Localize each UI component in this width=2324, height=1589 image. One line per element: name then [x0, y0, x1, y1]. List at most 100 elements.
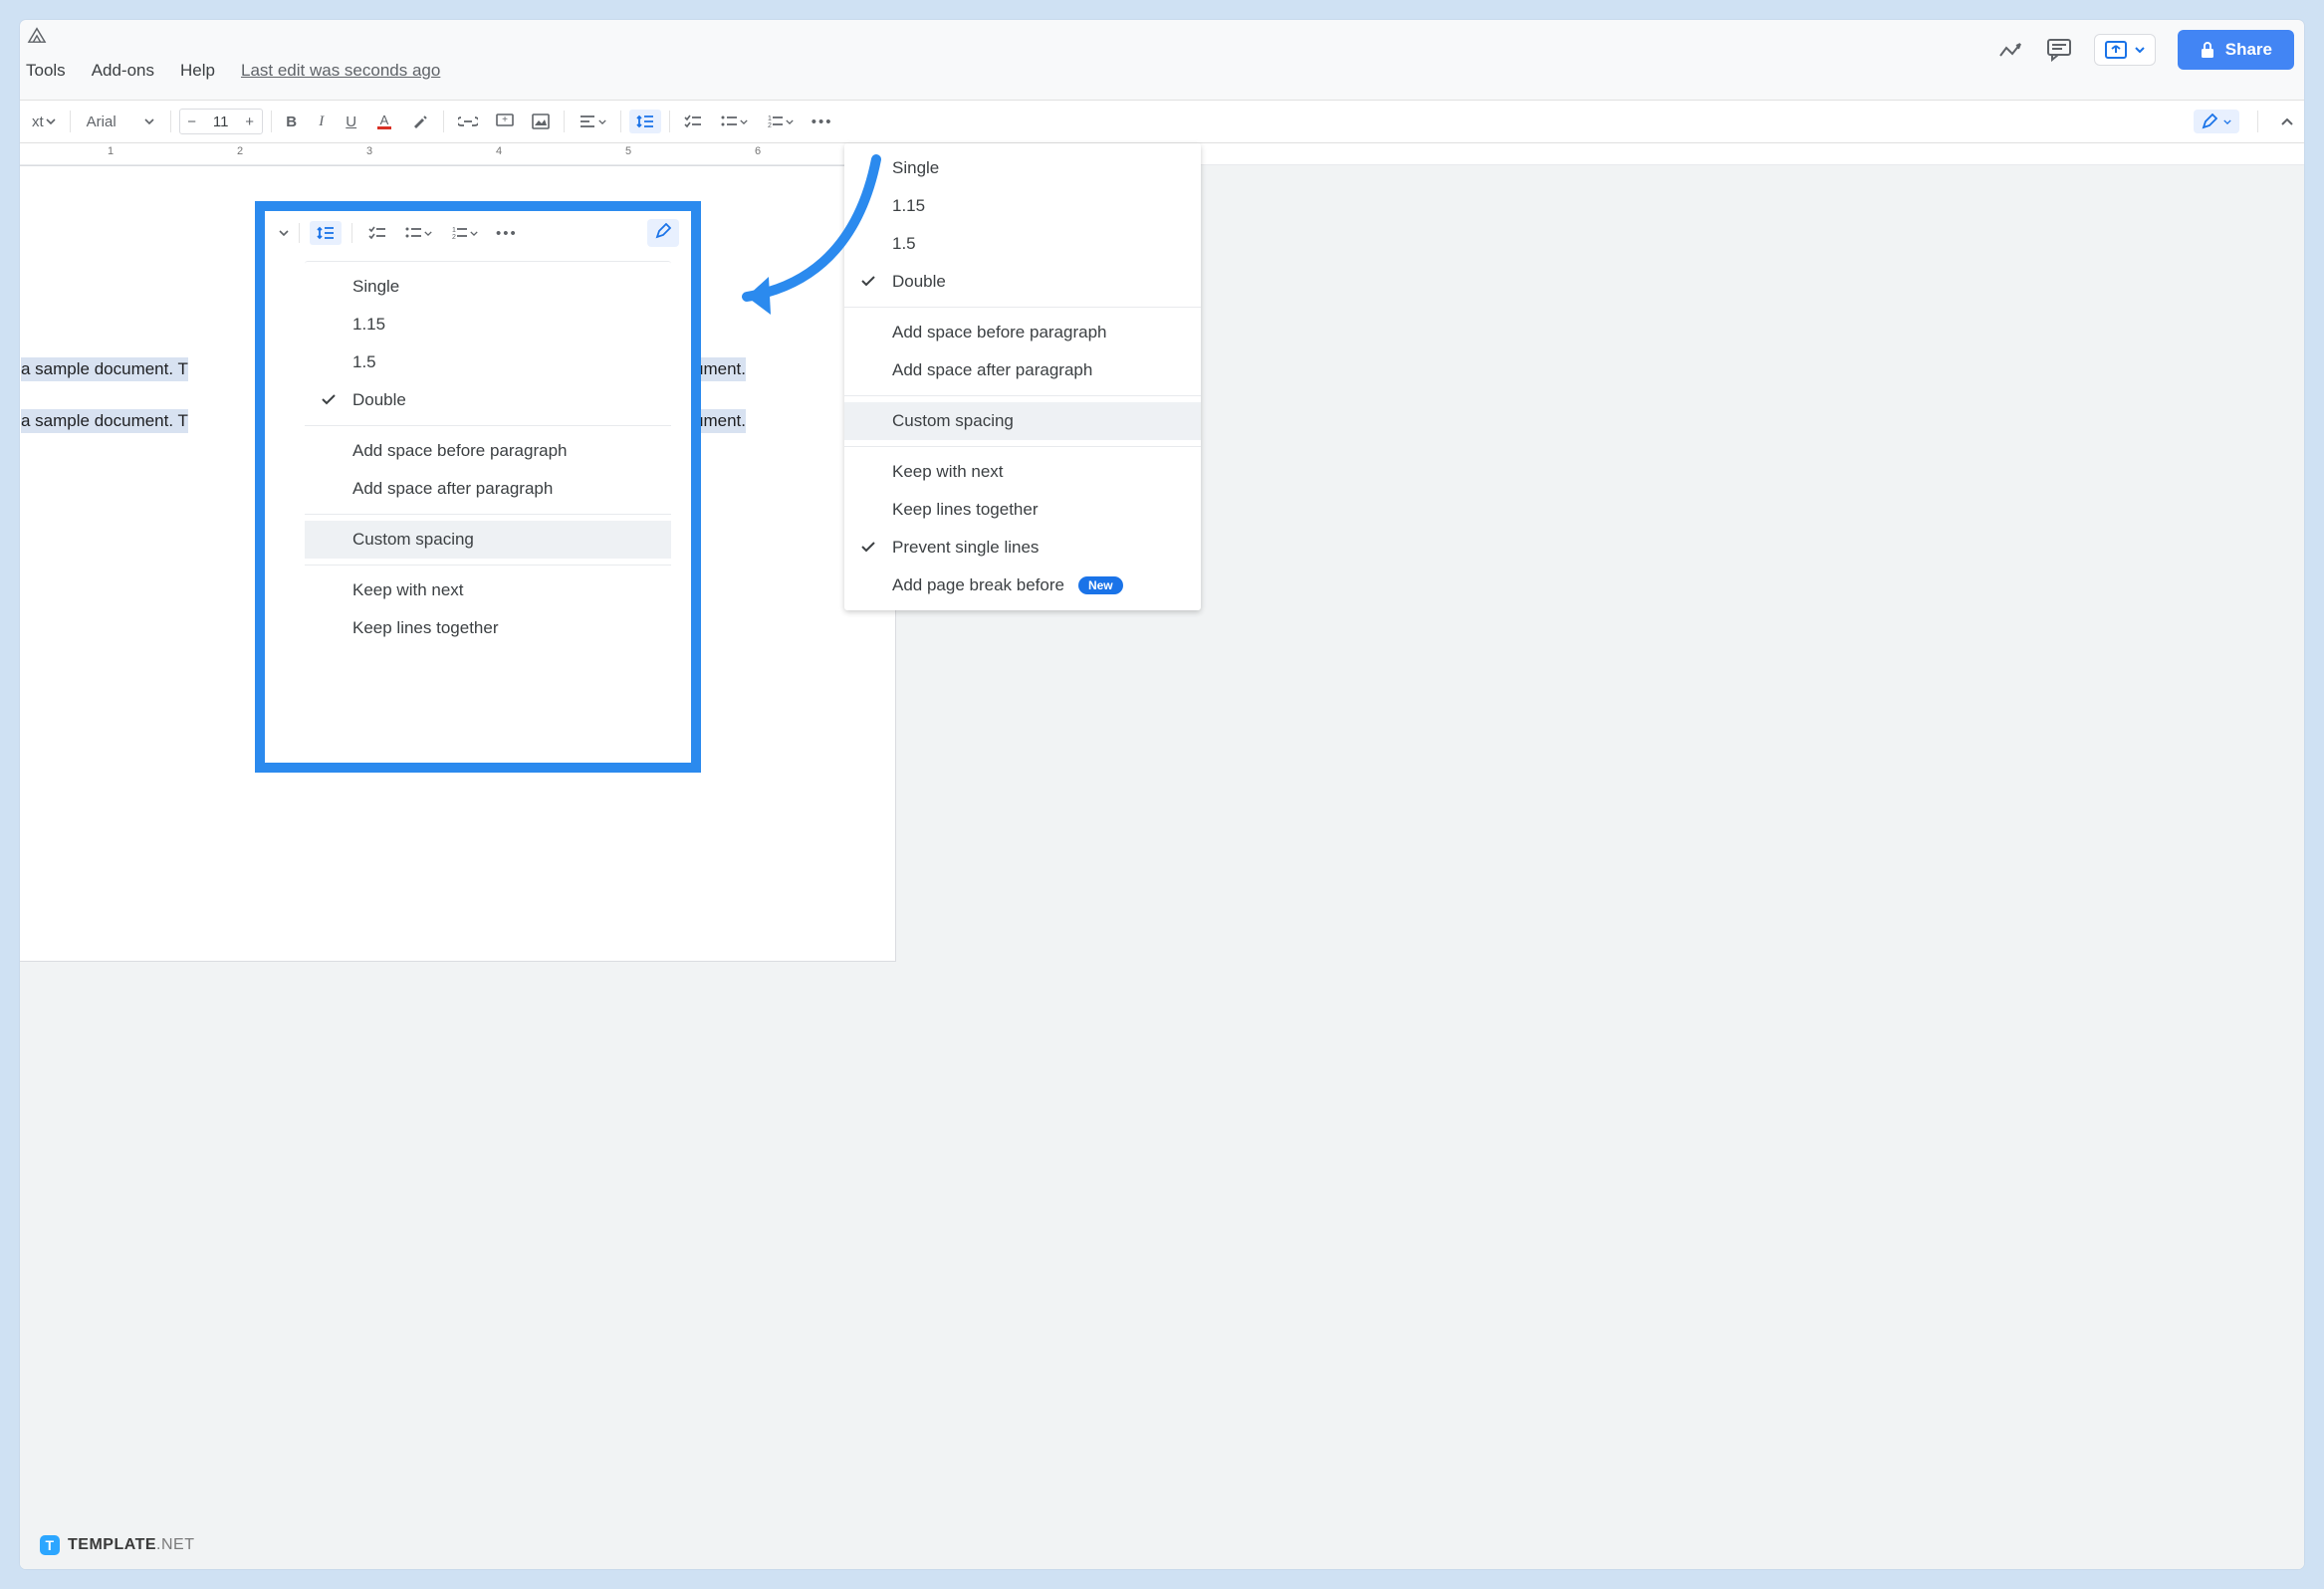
callout-menu: Single 1.15 1.5 Double Add space before …	[305, 261, 671, 653]
menu-item-prevent-single[interactable]: Prevent single lines	[844, 529, 1201, 567]
checklist-button-callout[interactable]	[362, 221, 392, 245]
menu-item-double[interactable]: Double	[844, 263, 1201, 301]
callout-toolbar: 12 •••	[265, 211, 691, 255]
activity-icon[interactable]	[1998, 40, 2024, 60]
menu-label: 1.15	[892, 196, 925, 216]
bullet-list-button[interactable]	[714, 110, 754, 133]
menu-label: 1.5	[352, 352, 376, 372]
font-size-decrease[interactable]: −	[180, 114, 204, 130]
caret-down-icon	[2223, 119, 2231, 124]
menu-item-115[interactable]: 1.15	[844, 187, 1201, 225]
font-dropdown[interactable]: Arial	[79, 111, 162, 133]
more-button[interactable]: •••	[806, 110, 839, 134]
separator	[70, 111, 71, 132]
separator	[443, 111, 444, 132]
ruler-tick: 1	[108, 145, 114, 157]
share-button[interactable]: Share	[2178, 30, 2294, 70]
collapse-toolbar-button[interactable]	[2276, 110, 2298, 134]
menu-item-keep-next[interactable]: Keep with next	[844, 453, 1201, 491]
numbered-list-button-callout[interactable]: 12	[444, 221, 484, 245]
caret-down-icon	[424, 231, 432, 236]
comment-button[interactable]: +	[490, 110, 520, 133]
home-icon	[26, 26, 48, 50]
menu-help[interactable]: Help	[180, 61, 215, 81]
menu-item-space-before[interactable]: Add space before paragraph	[844, 314, 1201, 351]
align-button[interactable]	[573, 110, 612, 133]
menu-item-115[interactable]: 1.15	[305, 306, 671, 343]
ruler-tick: 3	[366, 145, 372, 157]
doc-text[interactable]: ument.	[694, 357, 746, 381]
callout-inset: 12 ••• Single 1.15 1.5 Double Add space …	[255, 201, 701, 773]
divider	[305, 425, 671, 426]
menu-label: 1.15	[352, 315, 385, 335]
menu-addons[interactable]: Add-ons	[92, 61, 154, 81]
doc-text[interactable]: a sample document. T	[21, 357, 188, 381]
caret-down-icon	[470, 231, 478, 236]
separator	[620, 111, 621, 132]
last-edit-link[interactable]: Last edit was seconds ago	[241, 61, 440, 81]
menu-label: Single	[892, 158, 939, 178]
divider	[844, 395, 1201, 396]
separator	[351, 223, 352, 243]
text-style-label: xt	[32, 114, 44, 130]
font-size-increase[interactable]: +	[238, 114, 262, 130]
menu-item-keep-lines[interactable]: Keep lines together	[844, 491, 1201, 529]
text-color-button[interactable]: A	[369, 109, 399, 134]
menu-item-space-after[interactable]: Add space after paragraph	[305, 470, 671, 508]
doc-text[interactable]: a sample document. T	[21, 409, 188, 433]
menu-item-space-before[interactable]: Add space before paragraph	[305, 432, 671, 470]
checklist-button[interactable]	[678, 110, 708, 133]
text-style-dropdown[interactable]: xt	[26, 110, 62, 134]
menu-label: Single	[352, 277, 399, 297]
image-button[interactable]	[526, 110, 556, 133]
watermark-suffix: .NET	[156, 1536, 194, 1553]
watermark: T TEMPLATE.NET	[40, 1535, 194, 1555]
line-spacing-button[interactable]	[629, 110, 661, 133]
menu-label: Keep with next	[892, 462, 1004, 482]
menu-item-15[interactable]: 1.5	[844, 225, 1201, 263]
caret-down-icon	[598, 119, 606, 124]
separator	[271, 111, 272, 132]
numbered-list-button[interactable]: 12	[760, 110, 800, 133]
menu-label: Prevent single lines	[892, 538, 1039, 558]
menu-item-page-break[interactable]: Add page break before New	[844, 567, 1201, 604]
link-button[interactable]	[452, 110, 484, 133]
menu-item-single[interactable]: Single	[305, 268, 671, 306]
menu-item-keep-next[interactable]: Keep with next	[305, 571, 671, 609]
menu-item-15[interactable]: 1.5	[305, 343, 671, 381]
divider	[844, 307, 1201, 308]
share-label: Share	[2225, 40, 2272, 60]
comments-icon[interactable]	[2046, 38, 2072, 62]
bold-button[interactable]: B	[280, 110, 304, 134]
caret-down-icon	[144, 118, 154, 124]
divider	[305, 565, 671, 566]
ruler-tick: 2	[237, 145, 243, 157]
separator	[170, 111, 171, 132]
menu-item-double[interactable]: Double	[305, 381, 671, 419]
line-spacing-button-callout[interactable]	[310, 221, 342, 245]
menu-label: Add space before paragraph	[352, 441, 568, 461]
menu-label: Add space after paragraph	[892, 360, 1092, 380]
italic-button[interactable]: I	[310, 110, 334, 134]
pencil-callout[interactable]	[647, 219, 679, 247]
menu-item-space-after[interactable]: Add space after paragraph	[844, 351, 1201, 389]
pencil-icon	[2202, 114, 2217, 129]
menu-item-custom-spacing[interactable]: Custom spacing	[844, 402, 1201, 440]
menu-label: Double	[892, 272, 946, 292]
doc-text[interactable]: ument.	[694, 409, 746, 433]
menu-item-keep-lines[interactable]: Keep lines together	[305, 609, 671, 647]
present-button[interactable]	[2094, 34, 2156, 66]
svg-text:2: 2	[452, 234, 456, 240]
menu-tools[interactable]: Tools	[26, 61, 66, 81]
highlight-button[interactable]	[405, 109, 435, 134]
bullet-list-button-callout[interactable]	[398, 221, 438, 245]
font-size-value[interactable]: 11	[204, 114, 238, 130]
menu-item-custom-spacing[interactable]: Custom spacing	[305, 521, 671, 559]
menu-item-single[interactable]: Single	[844, 149, 1201, 187]
underline-button[interactable]: U	[340, 110, 363, 134]
more-button-callout[interactable]: •••	[490, 221, 524, 246]
caret-down-icon	[786, 119, 794, 124]
separator	[669, 111, 670, 132]
menu-label: Keep lines together	[892, 500, 1039, 520]
editing-mode-button[interactable]	[2194, 110, 2239, 133]
